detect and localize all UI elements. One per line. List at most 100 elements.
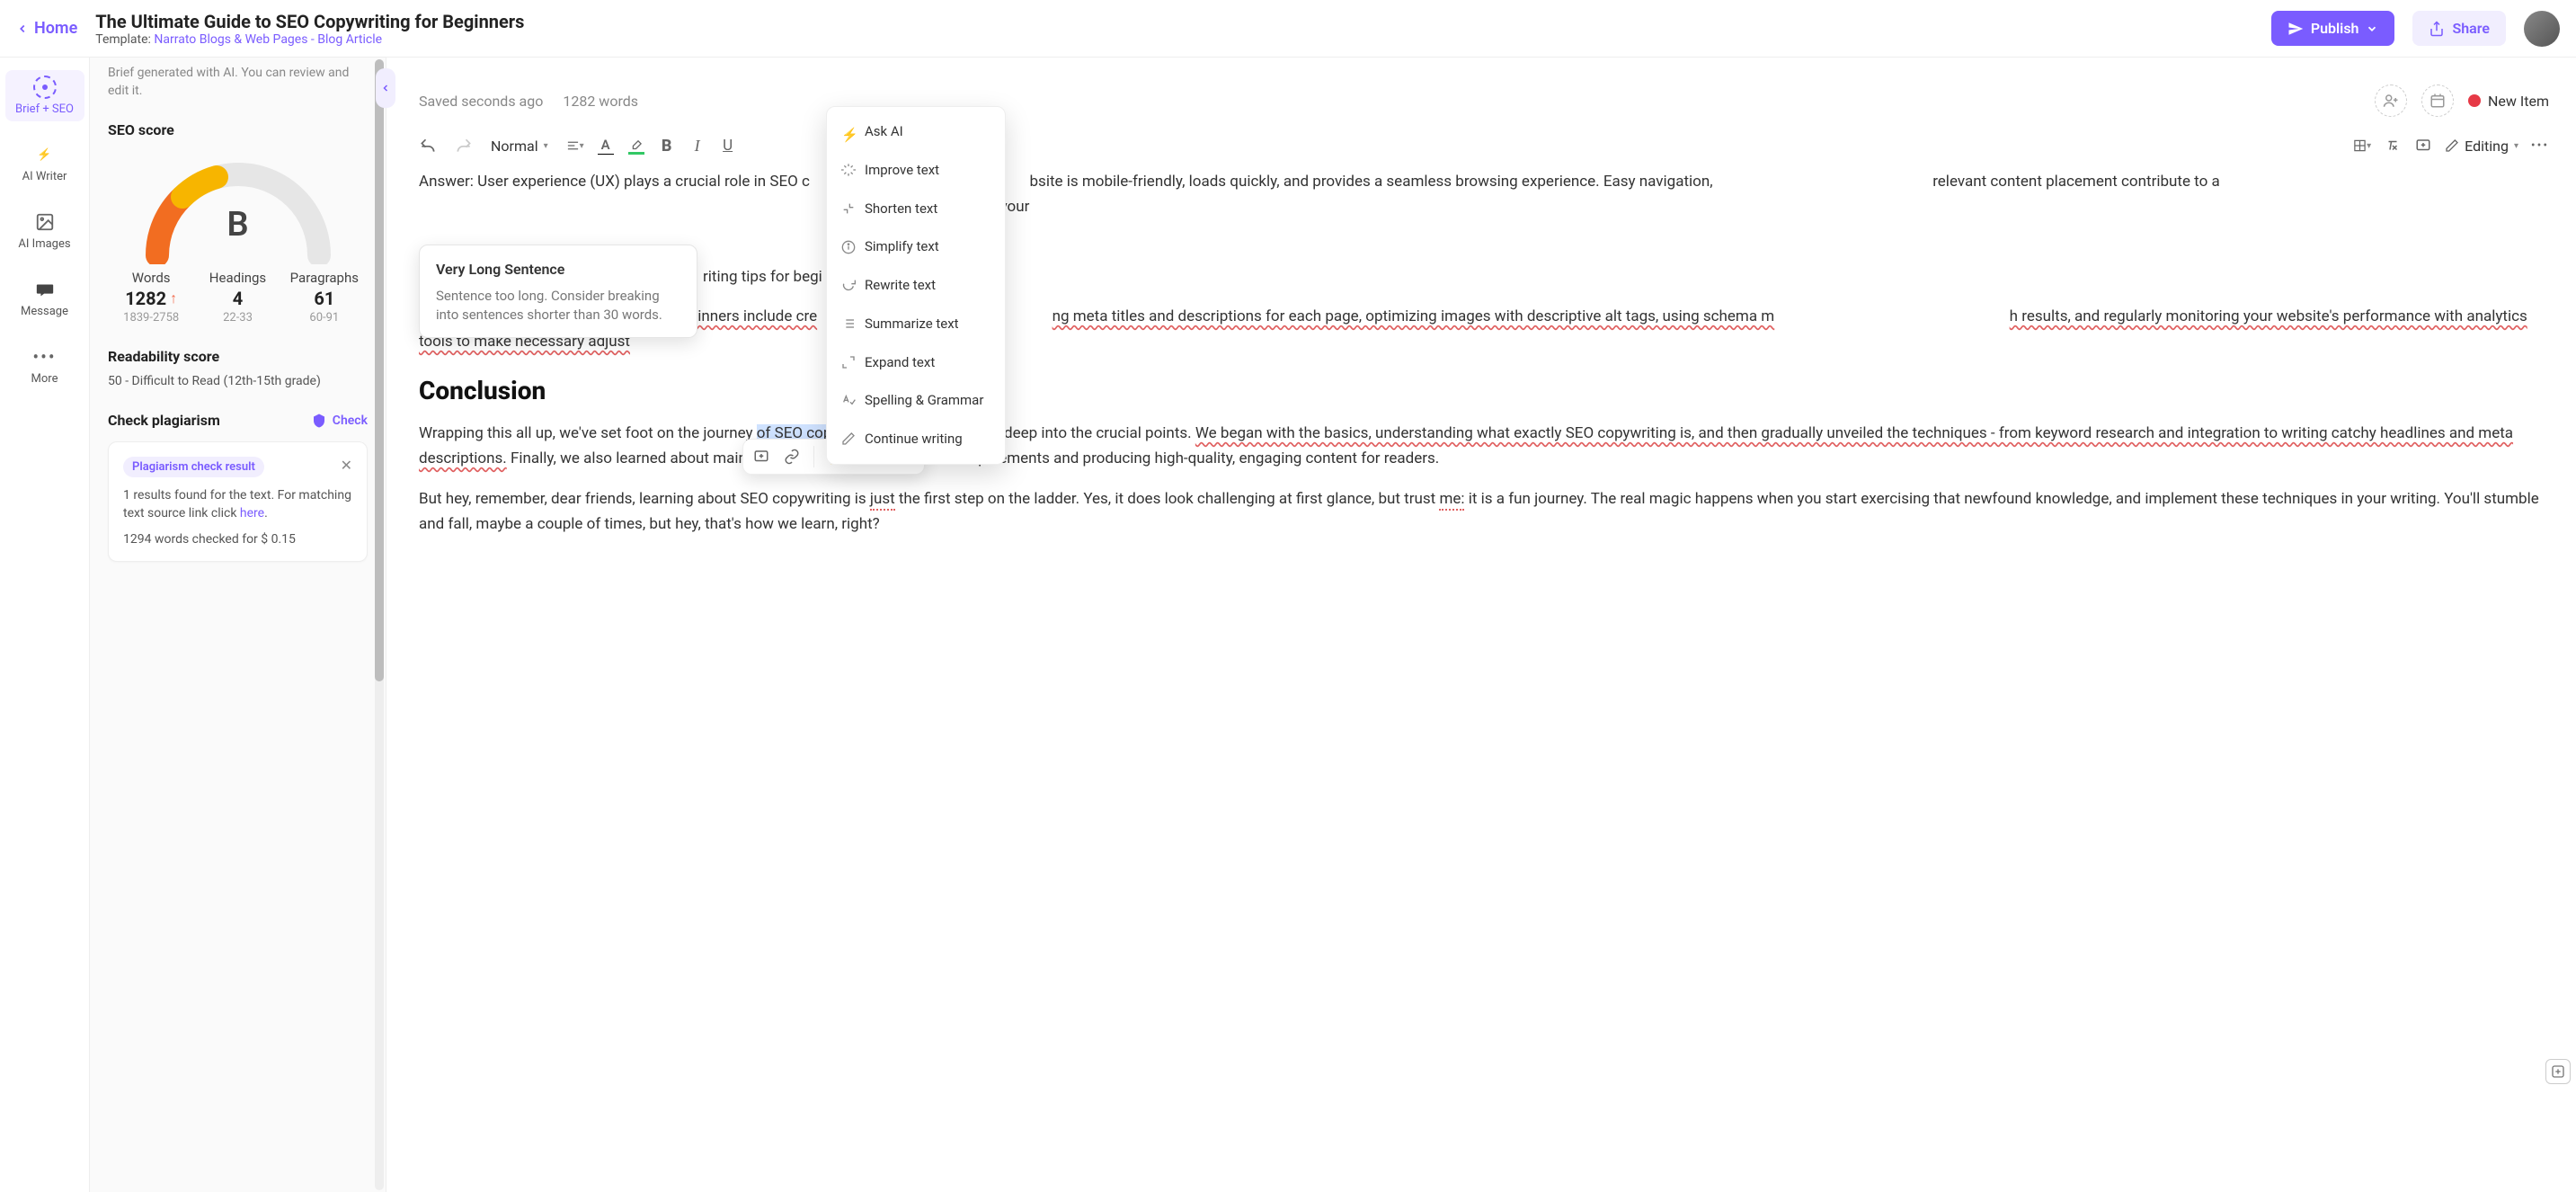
ai-menu-summarize[interactable]: Summarize text — [827, 305, 1005, 343]
metric-label: Headings — [194, 270, 280, 286]
seo-score-title: SEO score — [108, 121, 368, 138]
collapse-panel-button[interactable] — [376, 68, 395, 108]
target-icon — [33, 76, 57, 99]
align-button[interactable]: ▾ — [566, 137, 584, 155]
add-comment-button[interactable] — [2414, 137, 2432, 155]
ai-menu-expand[interactable]: Expand text — [827, 343, 1005, 382]
home-link[interactable]: Home — [16, 19, 77, 38]
metric-value: 1282 — [125, 288, 166, 309]
publish-label: Publish — [2311, 20, 2359, 37]
status-chip[interactable]: New Item — [2468, 93, 2549, 110]
nav-label: Message — [21, 305, 68, 318]
seo-gauge: B — [130, 147, 346, 264]
nav-message[interactable]: Message — [5, 272, 84, 324]
link-icon — [784, 449, 800, 465]
left-nav: Brief + SEO ⚡ AI Writer AI Images Messag… — [0, 58, 90, 1192]
undo-button[interactable] — [419, 137, 437, 155]
mi-label: Ask AI — [865, 120, 903, 143]
paragraph[interactable]: Wrapping this all up, we've set foot on … — [419, 421, 2549, 471]
plagiarism-dot: . — [264, 506, 268, 520]
plagiarism-card: Plagiarism check result ✕ 1 results foun… — [108, 441, 368, 562]
avatar[interactable] — [2524, 11, 2560, 47]
chevron-down-icon: ▾ — [544, 141, 548, 151]
template-prefix: Template: — [95, 32, 154, 47]
italic-button[interactable]: I — [688, 137, 706, 155]
add-collaborator-button[interactable] — [2375, 85, 2407, 117]
dots-icon: ••• — [33, 345, 57, 369]
clear-format-button[interactable] — [2384, 137, 2402, 155]
mi-label: Expand text — [865, 351, 935, 374]
ai-menu-ask[interactable]: ⚡ Ask AI — [827, 112, 1005, 151]
mode-select[interactable]: Editing ▾ — [2445, 138, 2518, 155]
readability-value: 50 - Difficult to Read (12th-15th grade) — [108, 374, 368, 388]
heading-conclusion[interactable]: Conclusion — [419, 370, 2549, 412]
mi-label: Summarize text — [865, 313, 959, 335]
text-warning: ng meta titles and descriptions for each… — [1053, 307, 1775, 325]
table-icon — [2353, 138, 2367, 154]
link-button[interactable] — [783, 448, 801, 466]
block-style-select[interactable]: Normal ▾ — [491, 138, 548, 155]
mode-label: Editing — [2465, 138, 2509, 155]
compress-icon — [841, 201, 856, 216]
check-label: Check — [333, 414, 368, 428]
nav-ai-writer[interactable]: ⚡ AI Writer — [5, 138, 84, 189]
highlight-color-button[interactable] — [627, 137, 645, 155]
panel-scrollbar[interactable] — [375, 59, 384, 1190]
nav-ai-images[interactable]: AI Images — [5, 205, 84, 256]
publish-button[interactable]: Publish — [2271, 11, 2395, 46]
nav-brief-seo[interactable]: Brief + SEO — [5, 70, 84, 121]
font-color-button[interactable]: A — [597, 137, 615, 155]
editor-content[interactable]: Answer: User experience (UX) plays a cru… — [419, 169, 2549, 537]
status-dot-icon — [2468, 94, 2481, 107]
text-dotted: me: — [1439, 490, 1464, 511]
user-plus-icon — [2383, 93, 2399, 109]
undo-icon — [419, 137, 437, 155]
info-icon — [841, 240, 856, 254]
ai-menu-continue[interactable]: Continue writing — [827, 420, 1005, 458]
ai-menu-improve[interactable]: Improve text — [827, 151, 1005, 190]
text: riting tips for begi — [703, 268, 822, 286]
comment-button[interactable] — [752, 448, 770, 466]
image-icon — [33, 210, 57, 234]
metric-value: 4 — [194, 288, 280, 309]
bolt-icon: ⚡ — [841, 124, 856, 138]
plagiarism-meta: 1294 words checked for $ 0.15 — [123, 532, 352, 547]
template-line: Template: Narrato Blogs & Web Pages - Bl… — [95, 32, 2253, 47]
text-dotted: just — [870, 490, 895, 511]
ai-menu-spelling[interactable]: Spelling & Grammar — [827, 381, 1005, 420]
highlighter-icon — [629, 138, 643, 151]
paragraph[interactable]: Answer: Yes, a few additional tips for b… — [419, 304, 2549, 354]
ai-menu-rewrite[interactable]: Rewrite text — [827, 266, 1005, 305]
expand-icon — [841, 355, 856, 369]
plagiarism-check-button[interactable]: Check — [311, 413, 368, 429]
plagiarism-here-link[interactable]: here — [240, 506, 264, 520]
chevron-left-icon — [16, 22, 29, 35]
set-date-button[interactable] — [2421, 85, 2454, 117]
mi-label: Shorten text — [865, 198, 937, 220]
pencil-icon — [2445, 138, 2459, 153]
underline-button[interactable]: U — [719, 137, 737, 155]
share-button[interactable]: Share — [2412, 11, 2506, 46]
ai-menu-simplify[interactable]: Simplify text — [827, 227, 1005, 266]
clear-format-icon — [2385, 138, 2401, 154]
lint-title: Very Long Sentence — [436, 258, 680, 281]
more-toolbar-button[interactable]: ••• — [2531, 137, 2549, 155]
ai-menu-shorten[interactable]: Shorten text — [827, 190, 1005, 228]
nav-more[interactable]: ••• More — [5, 340, 84, 391]
metric-paragraphs: Paragraphs 61 60-91 — [281, 270, 368, 325]
metric-label: Paragraphs — [281, 270, 368, 286]
redo-button[interactable] — [455, 137, 473, 155]
text: Answer: User experience (UX) plays a cru… — [419, 173, 810, 191]
close-icon[interactable]: ✕ — [341, 457, 352, 474]
insert-block-button[interactable] — [2545, 1059, 2571, 1084]
template-link[interactable]: Narrato Blogs & Web Pages - Blog Article — [154, 32, 382, 47]
block-style-label: Normal — [491, 138, 538, 155]
bold-button[interactable]: B — [658, 137, 676, 155]
paragraph[interactable]: Answer: User experience (UX) plays a cru… — [419, 169, 2549, 219]
nav-label: AI Images — [18, 237, 70, 251]
table-button[interactable]: ▾ — [2353, 137, 2371, 155]
seo-grade: B — [227, 205, 248, 245]
paragraph[interactable]: But hey, remember, dear friends, learnin… — [419, 486, 2549, 537]
topbar: Home The Ultimate Guide to SEO Copywriti… — [0, 0, 2576, 58]
calendar-icon — [2429, 93, 2446, 109]
